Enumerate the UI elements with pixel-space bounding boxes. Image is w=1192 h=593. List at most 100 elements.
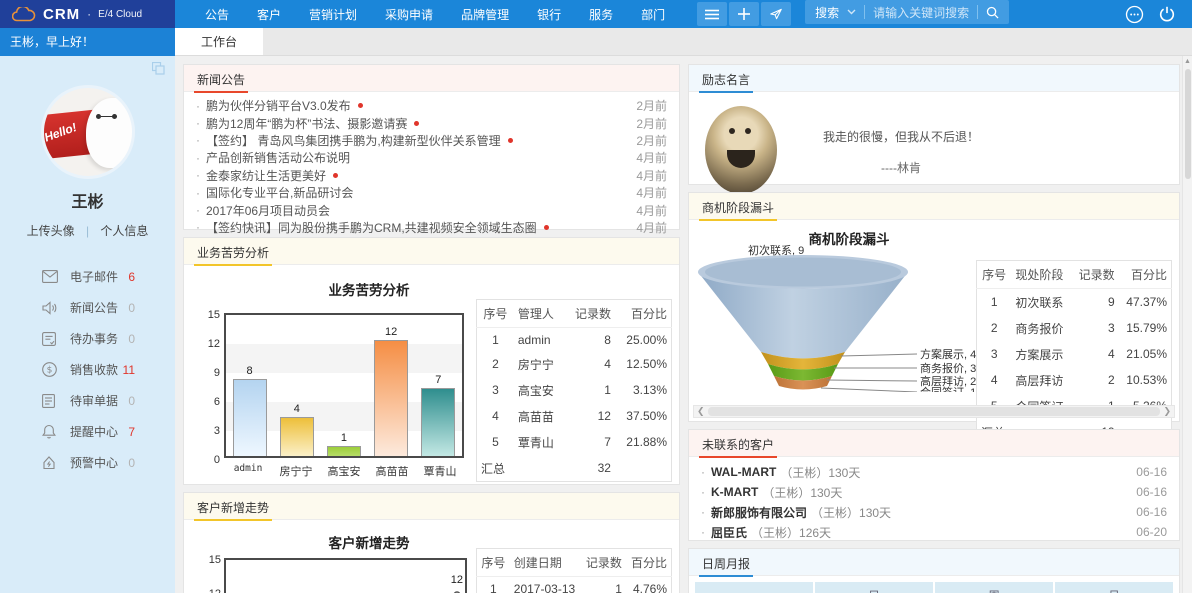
customer-name[interactable]: WAL-MART [711, 465, 776, 479]
news-text[interactable]: 金泰家纺让生活更美好 [206, 167, 326, 184]
nav-item-purchase-request[interactable]: 采购申请 [371, 6, 447, 23]
news-date: 4月前 [636, 202, 667, 219]
add-button[interactable] [729, 2, 759, 26]
news-text[interactable]: 国际化专业平台,新品研讨会 [206, 184, 353, 201]
upload-avatar-link[interactable]: 上传头像 [27, 224, 75, 238]
badge-count: 0 [128, 301, 135, 315]
bar-value: 1 [328, 432, 360, 444]
bar-fangningning[interactable]: 4 [279, 417, 315, 456]
power-logout-button[interactable] [1158, 5, 1176, 23]
global-search[interactable]: 搜索 请输入关键词搜索 [805, 0, 1009, 24]
news-text[interactable]: 【签约快讯】同为股份携手鹏为CRM,共建视频安全领域生态圈 [206, 219, 537, 236]
y-tick: 12 [200, 338, 220, 350]
bell-icon [42, 424, 59, 439]
list-item[interactable]: ·产品创新销售活动公布说明4月前 [196, 149, 667, 166]
sidebar-item-todo[interactable]: 待办事务 0 [0, 323, 175, 354]
point-label: 12 [451, 574, 463, 586]
scrollbar-thumb[interactable] [1185, 69, 1191, 179]
search-icon[interactable] [986, 6, 999, 19]
nav-item-bank[interactable]: 银行 [523, 6, 575, 23]
scroll-up-icon[interactable]: ▲ [1183, 56, 1192, 68]
news-text[interactable]: 鹏为12周年“鹏为杯”书法、摄影邀请赛 [206, 115, 407, 132]
table-row[interactable]: 4高层拜访210.53% [977, 367, 1172, 393]
col-header: 百分比 [1119, 261, 1172, 289]
vertical-scrollbar[interactable]: ▲ [1182, 56, 1192, 593]
x-label: 高苗苗 [370, 463, 414, 479]
list-item[interactable]: ·鹏为伙伴分销平台V3.0发布2月前 [196, 97, 667, 114]
list-item[interactable]: ·【签约快讯】同为股份携手鹏为CRM,共建视频安全领域生态圈4月前 [196, 219, 667, 236]
report-col-day[interactable]: 日 [815, 582, 933, 593]
nav-item-brand-management[interactable]: 品牌管理 [447, 6, 523, 23]
table-row[interactable]: 1admin825.00% [477, 328, 672, 352]
scrollbar-thumb[interactable] [708, 407, 1161, 416]
table-row[interactable]: 2商务报价315.79% [977, 315, 1172, 341]
list-item[interactable]: ·K-MART（王彬）130天06-16 [701, 482, 1167, 502]
report-col-week[interactable]: 周 [935, 582, 1053, 593]
table-row[interactable]: 1初次联系947.37% [977, 289, 1172, 316]
sidebar-item-reminder-center[interactable]: 提醒中心 7 [0, 416, 175, 447]
customer-name[interactable]: 屈臣氏 [711, 524, 747, 541]
tab-workbench[interactable]: 工作台 [175, 28, 263, 55]
menu-button[interactable] [697, 2, 727, 26]
app-logo[interactable]: CRM · E/4 Cloud [0, 0, 175, 28]
main-nav: 公告 客户 营销计划 采购申请 品牌管理 银行 服务 部门 [191, 0, 679, 28]
nav-item-department[interactable]: 部门 [627, 6, 679, 23]
horizontal-scrollbar[interactable]: ❮ ❯ [693, 405, 1175, 418]
y-tick: 15 [209, 554, 221, 566]
scroll-left-icon[interactable]: ❮ [697, 406, 705, 417]
list-item[interactable]: ·鹏为12周年“鹏为杯”书法、摄影邀请赛2月前 [196, 114, 667, 131]
bar-gaomiaomiao[interactable]: 12 [373, 340, 409, 456]
news-text[interactable]: 鹏为伙伴分销平台V3.0发布 [206, 97, 351, 114]
workbench-content: 新闻公告 ·鹏为伙伴分销平台V3.0发布2月前 ·鹏为12周年“鹏为杯”书法、摄… [175, 56, 1182, 593]
badge-count: 11 [123, 363, 135, 377]
customer-name[interactable]: 新郎服饰有限公司 [711, 504, 807, 521]
sidebar-item-pending-docs[interactable]: 待审单据 0 [0, 385, 175, 416]
nav-item-service[interactable]: 服务 [575, 6, 627, 23]
table-row[interactable]: 5覃青山721.88% [477, 429, 672, 455]
alarm-icon [42, 455, 59, 470]
report-col-month[interactable]: 月 [1055, 582, 1173, 593]
search-input[interactable]: 请输入关键词搜索 [873, 4, 969, 21]
list-item[interactable]: ·WAL-MART（王彬）130天06-16 [701, 462, 1167, 482]
trend-line-chart: 客户新增走势 15 12 12 序号 创建 [184, 520, 679, 593]
news-text[interactable]: 产品创新销售活动公布说明 [206, 149, 350, 166]
list-item[interactable]: ·屈臣氏（王彬）126天06-20 [701, 522, 1167, 542]
list-item[interactable]: ·金泰家纺让生活更美好4月前 [196, 167, 667, 184]
bar-gaobaoan[interactable]: 1 [326, 446, 362, 456]
table-row[interactable]: 3方案展示421.05% [977, 341, 1172, 367]
avatar-hello-text: Hello! [44, 120, 78, 145]
item-date: 06-16 [1136, 505, 1167, 519]
search-scope-label[interactable]: 搜索 [815, 4, 839, 21]
bar-qinqingshan[interactable]: 7 [420, 388, 456, 456]
scroll-right-icon[interactable]: ❯ [1163, 406, 1171, 417]
list-item[interactable]: ·2017年06月项目动员会4月前 [196, 201, 667, 218]
news-text[interactable]: 2017年06月项目动员会 [206, 202, 330, 219]
list-item[interactable]: ·【签约】 青岛风鸟集团携手鹏为,构建新型伙伴关系管理2月前 [196, 132, 667, 149]
panel-title: 业务苦劳分析 [194, 238, 272, 266]
sidebar-collapse-icon[interactable] [152, 62, 165, 75]
bar-admin[interactable]: 8 [232, 379, 268, 456]
bullet: · [196, 116, 200, 130]
table-row[interactable]: 4高苗苗1237.50% [477, 403, 672, 429]
avatar[interactable]: Hello! [44, 88, 132, 176]
table-row[interactable]: 12017-03-1314.76% [477, 577, 672, 593]
send-button[interactable] [761, 2, 791, 26]
sidebar-item-news[interactable]: 新闻公告 0 [0, 292, 175, 323]
more-options-button[interactable] [1125, 5, 1144, 24]
nav-item-customers[interactable]: 客户 [243, 6, 295, 23]
sidebar-item-email[interactable]: 电子邮件 6 [0, 261, 175, 292]
customer-name[interactable]: K-MART [711, 485, 758, 499]
list-item[interactable]: ·新郎服饰有限公司（王彬）130天06-16 [701, 502, 1167, 522]
list-item[interactable]: ·国际化专业平台,新品研讨会4月前 [196, 184, 667, 201]
news-text[interactable]: 【签约】 青岛风鸟集团携手鹏为,构建新型伙伴关系管理 [206, 132, 501, 149]
profile-link[interactable]: 个人信息 [100, 224, 148, 238]
trend-line [226, 560, 465, 593]
y-tick: 12 [209, 588, 221, 593]
nav-item-announcements[interactable]: 公告 [191, 6, 243, 23]
nav-item-marketing-plan[interactable]: 营销计划 [295, 6, 371, 23]
table-row[interactable]: 3高宝安13.13% [477, 377, 672, 403]
sidebar-item-alert-center[interactable]: 预警中心 0 [0, 447, 175, 478]
table-row[interactable]: 2房宁宁412.50% [477, 351, 672, 377]
sidebar-item-sales-receipts[interactable]: $ 销售收款 11 [0, 354, 175, 385]
panel-uncontacted-header: 未联系的客户 [689, 430, 1179, 457]
